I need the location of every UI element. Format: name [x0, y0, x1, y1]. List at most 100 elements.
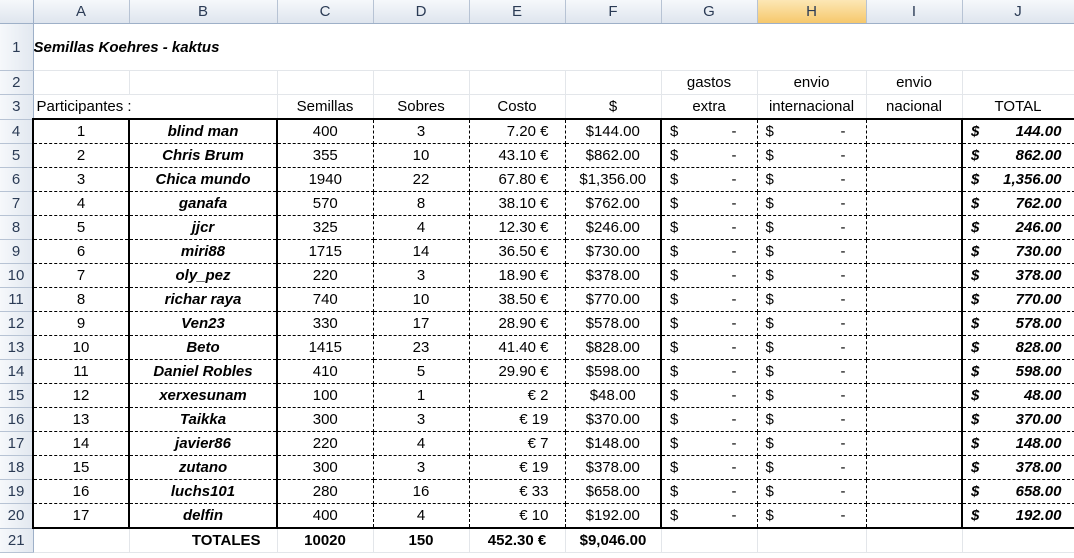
sobres-cell[interactable]: 3	[373, 263, 470, 288]
header-total[interactable]: TOTAL	[962, 94, 1074, 120]
usd-cell[interactable]: $770.00	[565, 287, 662, 312]
total-cell[interactable]: $378.00	[962, 263, 1074, 288]
usd-cell[interactable]: $246.00	[565, 215, 662, 240]
envio-internacional-cell[interactable]: $ -	[757, 143, 867, 168]
row-header[interactable]: 14	[0, 359, 34, 384]
envio-nacional-cell[interactable]	[866, 383, 963, 408]
usd-cell[interactable]: $862.00	[565, 143, 662, 168]
costo-cell[interactable]: 12.30 €	[469, 215, 566, 240]
envio-internacional-cell[interactable]: $ -	[757, 335, 867, 360]
sobres-cell[interactable]: 8	[373, 191, 470, 216]
gastos-extra-cell[interactable]: $ -	[661, 335, 758, 360]
usd-cell[interactable]: $658.00	[565, 479, 662, 504]
usd-cell[interactable]: $192.00	[565, 503, 662, 529]
sheet-title[interactable]: Semillas Koehres - kaktus	[33, 23, 1074, 71]
total-cell[interactable]: $246.00	[962, 215, 1074, 240]
semillas-cell[interactable]: 330	[277, 311, 374, 336]
costo-cell[interactable]: 38.50 €	[469, 287, 566, 312]
header-semillas[interactable]: Semillas	[277, 94, 374, 120]
semillas-cell[interactable]: 1715	[277, 239, 374, 264]
gastos-extra-cell[interactable]: $ -	[661, 407, 758, 432]
total-semillas[interactable]: 10020	[277, 528, 374, 553]
usd-cell[interactable]: $378.00	[565, 263, 662, 288]
row-header[interactable]: 19	[0, 479, 34, 504]
sobres-cell[interactable]: 5	[373, 359, 470, 384]
envio-internacional-cell[interactable]: $ -	[757, 191, 867, 216]
column-header-a[interactable]: A	[33, 0, 130, 24]
participant-number[interactable]: 12	[32, 383, 130, 408]
participant-name[interactable]: oly_pez	[129, 263, 278, 288]
costo-cell[interactable]: 28.90 €	[469, 311, 566, 336]
total-cell[interactable]: $730.00	[962, 239, 1074, 264]
semillas-cell[interactable]: 570	[277, 191, 374, 216]
participant-name[interactable]: ganafa	[129, 191, 278, 216]
semillas-cell[interactable]: 280	[277, 479, 374, 504]
participant-name[interactable]: blind man	[129, 118, 278, 144]
gastos-extra-cell[interactable]: $ -	[661, 503, 758, 529]
envio-nacional-cell[interactable]	[866, 118, 963, 144]
semillas-cell[interactable]: 400	[277, 503, 374, 529]
row-header[interactable]: 10	[0, 263, 34, 288]
semillas-cell[interactable]: 355	[277, 143, 374, 168]
sobres-cell[interactable]: 17	[373, 311, 470, 336]
costo-cell[interactable]: € 7	[469, 431, 566, 456]
participant-number[interactable]: 4	[32, 191, 130, 216]
row-header[interactable]: 13	[0, 335, 34, 360]
column-header-f[interactable]: F	[565, 0, 662, 24]
envio-nacional-cell[interactable]	[866, 287, 963, 312]
envio-nacional-cell[interactable]	[866, 455, 963, 480]
usd-cell[interactable]: $148.00	[565, 431, 662, 456]
usd-cell[interactable]: $48.00	[565, 383, 662, 408]
participant-number[interactable]: 17	[32, 503, 130, 529]
total-cell[interactable]: $378.00	[962, 455, 1074, 480]
sobres-cell[interactable]: 22	[373, 167, 470, 192]
column-header-e[interactable]: E	[469, 0, 566, 24]
row-header[interactable]: 2	[0, 70, 34, 95]
participant-number[interactable]: 2	[32, 143, 130, 168]
gastos-extra-cell[interactable]: $ -	[661, 479, 758, 504]
usd-cell[interactable]: $598.00	[565, 359, 662, 384]
costo-cell[interactable]: 43.10 €	[469, 143, 566, 168]
participant-name[interactable]: Beto	[129, 335, 278, 360]
gastos-extra-cell[interactable]: $ -	[661, 455, 758, 480]
total-costo[interactable]: 452.30 €	[469, 528, 566, 553]
envio-nacional-cell[interactable]	[866, 479, 963, 504]
participant-name[interactable]: delfin	[129, 503, 278, 529]
envio-internacional-cell[interactable]: $ -	[757, 287, 867, 312]
sobres-cell[interactable]: 10	[373, 287, 470, 312]
participant-number[interactable]: 16	[32, 479, 130, 504]
cell[interactable]	[129, 70, 278, 95]
envio-nacional-cell[interactable]	[866, 407, 963, 432]
costo-cell[interactable]: 41.40 €	[469, 335, 566, 360]
cell[interactable]	[277, 70, 374, 95]
participant-number[interactable]: 9	[32, 311, 130, 336]
envio-nacional-cell[interactable]	[866, 503, 963, 529]
sobres-cell[interactable]: 4	[373, 503, 470, 529]
header-costo[interactable]: Costo	[469, 94, 566, 120]
envio-nacional-cell[interactable]	[866, 263, 963, 288]
envio-nacional-cell[interactable]	[866, 215, 963, 240]
usd-cell[interactable]: $578.00	[565, 311, 662, 336]
row-header[interactable]: 6	[0, 167, 34, 192]
select-all-corner[interactable]	[0, 0, 34, 24]
header-envio-nac[interactable]: envio	[866, 70, 963, 95]
costo-cell[interactable]: € 10	[469, 503, 566, 529]
column-header-b[interactable]: B	[129, 0, 278, 24]
semillas-cell[interactable]: 1415	[277, 335, 374, 360]
participant-number[interactable]: 3	[32, 167, 130, 192]
total-cell[interactable]: $862.00	[962, 143, 1074, 168]
cell[interactable]	[866, 528, 963, 553]
participant-name[interactable]: Taikka	[129, 407, 278, 432]
envio-nacional-cell[interactable]	[866, 335, 963, 360]
usd-cell[interactable]: $144.00	[565, 118, 662, 144]
usd-cell[interactable]: $378.00	[565, 455, 662, 480]
participant-name[interactable]: luchs101	[129, 479, 278, 504]
total-cell[interactable]: $598.00	[962, 359, 1074, 384]
costo-cell[interactable]: € 33	[469, 479, 566, 504]
participant-name[interactable]: Chris Brum	[129, 143, 278, 168]
header-internacional[interactable]: internacional	[757, 94, 867, 120]
row-header[interactable]: 20	[0, 503, 34, 529]
header-envio-int[interactable]: envio	[757, 70, 867, 95]
envio-nacional-cell[interactable]	[866, 311, 963, 336]
participant-name[interactable]: Ven23	[129, 311, 278, 336]
